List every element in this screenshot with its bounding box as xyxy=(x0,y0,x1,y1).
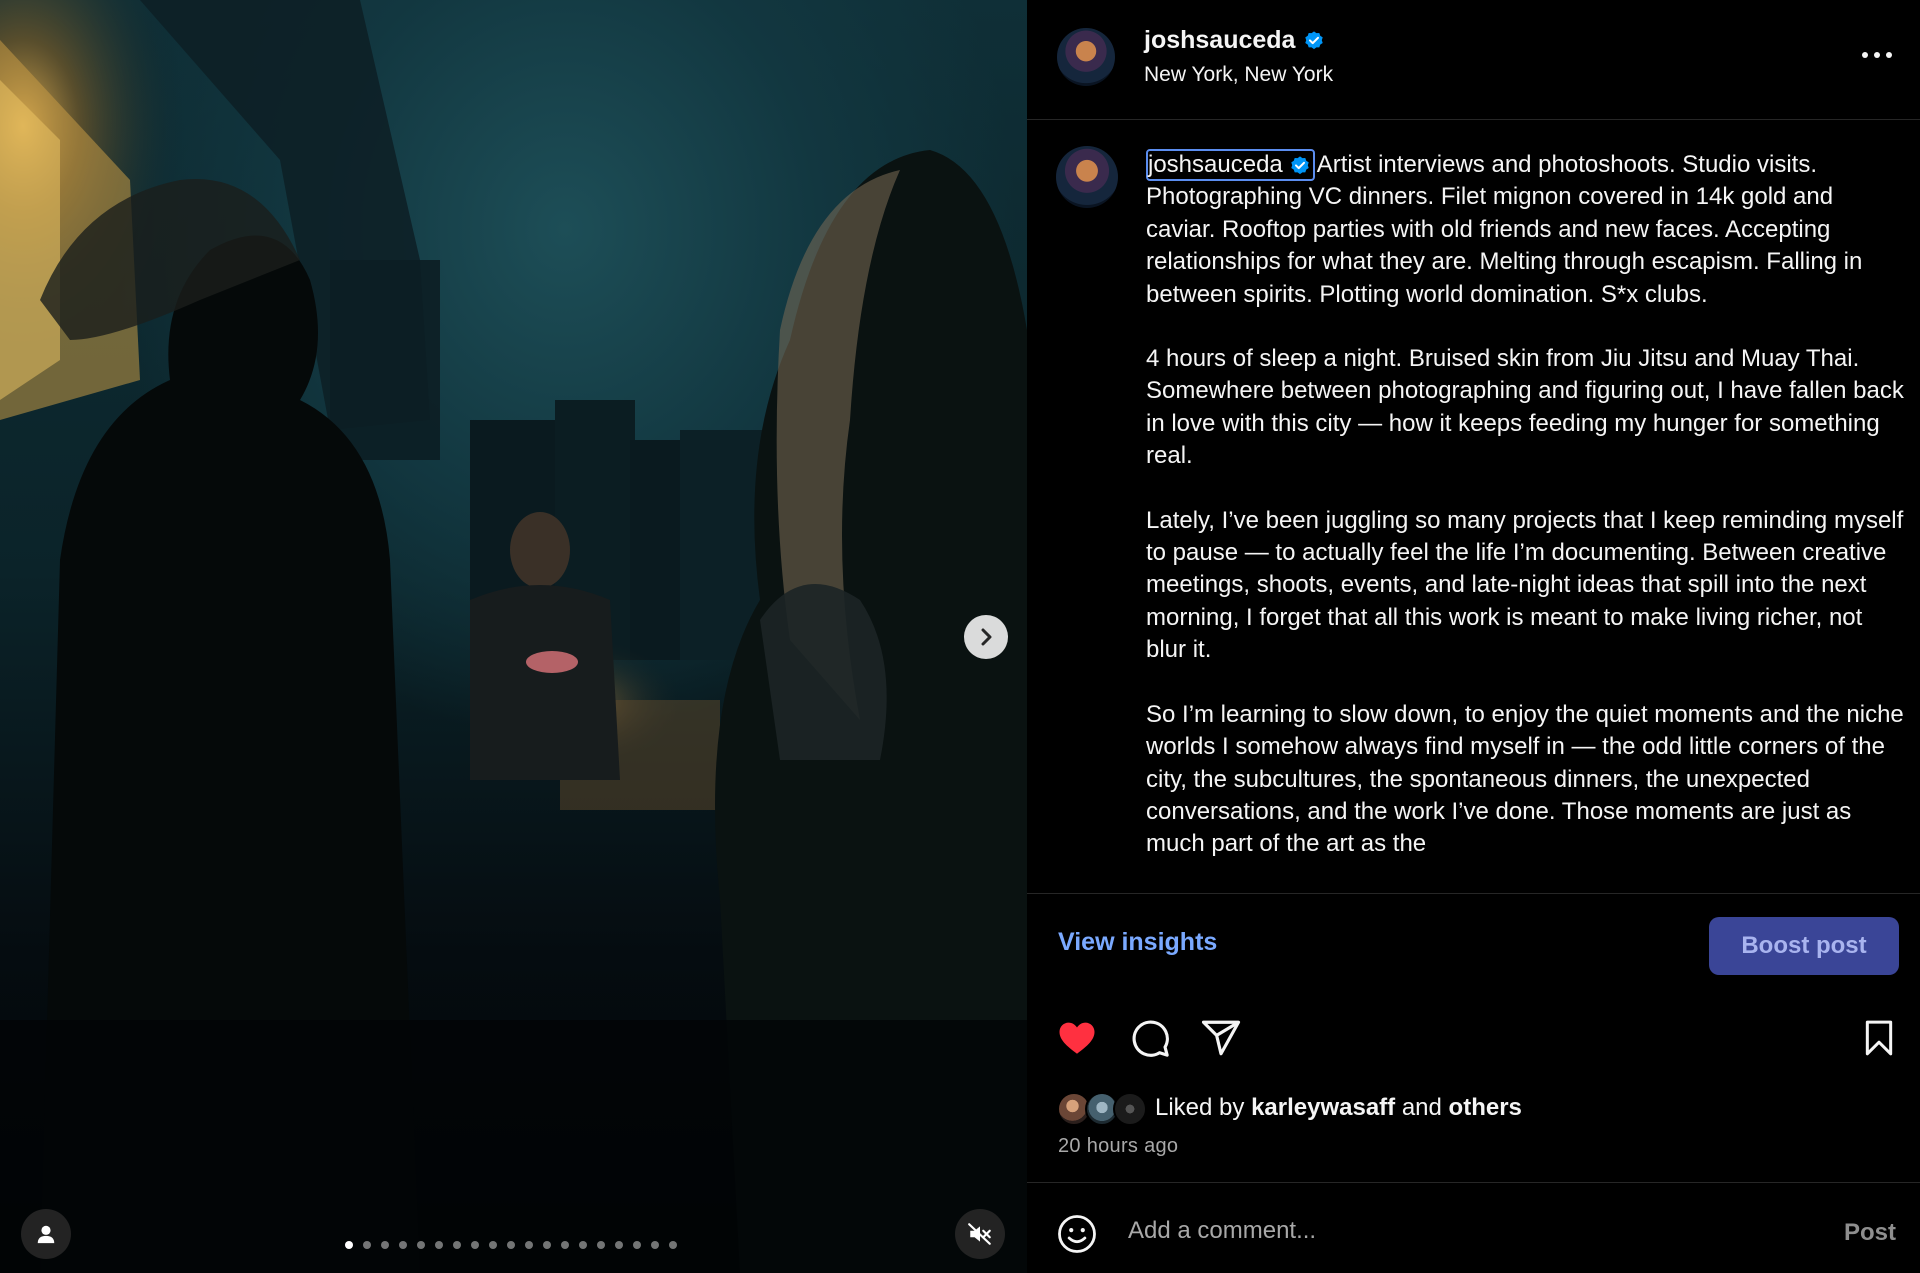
carousel-dot xyxy=(633,1241,641,1249)
author-username-text[interactable]: joshsauceda xyxy=(1144,26,1295,54)
caption-author-avatar[interactable] xyxy=(1056,146,1118,208)
comment-input[interactable] xyxy=(1128,1211,1768,1251)
carousel-dot xyxy=(615,1241,623,1249)
post-comment-button[interactable]: Post xyxy=(1844,1219,1896,1247)
carousel-dot xyxy=(471,1241,479,1249)
post-header: joshsauceda New York, New York xyxy=(1027,0,1920,120)
carousel-dot xyxy=(561,1241,569,1249)
caption-section: joshsauceda Artist interviews and photosh… xyxy=(1027,121,1920,893)
person-icon xyxy=(37,1225,55,1244)
comment-composer: Post xyxy=(1027,1182,1920,1273)
post-location[interactable]: New York, New York xyxy=(1144,63,1333,87)
carousel-dot xyxy=(399,1241,407,1249)
caption-paragraph: So I’m learning to slow down, to enjoy t… xyxy=(1146,700,1904,858)
post-timestamp[interactable]: 20 hours ago xyxy=(1058,1135,1178,1158)
liked-by-user-link[interactable]: karleywasaff xyxy=(1251,1094,1395,1121)
carousel-dot xyxy=(435,1241,443,1249)
carousel-dot xyxy=(525,1241,533,1249)
liked-by-others-link[interactable]: others xyxy=(1449,1094,1522,1121)
carousel-dot xyxy=(507,1241,515,1249)
comment-button[interactable] xyxy=(1129,1017,1171,1064)
caption-paragraph: joshsauceda Artist interviews and photosh… xyxy=(1146,149,1906,311)
caption-paragraph: 4 hours of sleep a night. Bruised skin f… xyxy=(1146,345,1904,470)
post-actions xyxy=(1027,993,1920,1093)
caption-paragraph: Lately, I’ve been juggling so many proje… xyxy=(1146,506,1904,664)
mute-toggle-button[interactable] xyxy=(955,1209,1005,1259)
boost-post-button[interactable]: Boost post xyxy=(1709,917,1899,975)
carousel-dot xyxy=(597,1241,605,1249)
emoji-button[interactable] xyxy=(1056,1213,1098,1260)
carousel-dot xyxy=(489,1241,497,1249)
insights-row: View insights Boost post xyxy=(1027,893,1920,993)
carousel-dot xyxy=(417,1241,425,1249)
carousel-dot xyxy=(543,1241,551,1249)
like-button[interactable] xyxy=(1056,1017,1098,1064)
heart-filled-icon xyxy=(1059,1022,1095,1054)
caption-username-text[interactable]: joshsauceda xyxy=(1148,151,1283,178)
liked-by-prefix: Liked by xyxy=(1155,1094,1245,1121)
liked-by-joiner: and xyxy=(1401,1094,1442,1121)
speaker-muted-icon xyxy=(968,1223,991,1245)
liker-avatar xyxy=(1113,1092,1147,1126)
carousel-dot xyxy=(669,1241,677,1249)
tagged-people-button[interactable] xyxy=(21,1209,71,1259)
author-username[interactable]: joshsauceda xyxy=(1144,26,1325,55)
chevron-right-icon xyxy=(981,628,992,646)
carousel-dot xyxy=(345,1241,353,1249)
save-button[interactable] xyxy=(1859,1017,1899,1064)
liker-avatars[interactable] xyxy=(1057,1092,1147,1126)
more-options-button[interactable] xyxy=(1855,40,1899,70)
share-button[interactable] xyxy=(1200,1017,1242,1064)
comment-icon xyxy=(1132,1020,1169,1057)
smiley-icon xyxy=(1058,1215,1096,1253)
bookmark-icon xyxy=(1865,1020,1893,1056)
carousel-indicator xyxy=(345,1241,677,1249)
rooftop-party-photo xyxy=(0,0,1027,1273)
verified-badge-icon xyxy=(1305,31,1324,50)
verified-badge-icon xyxy=(1291,156,1309,174)
caption-username[interactable]: joshsauceda xyxy=(1146,149,1315,181)
view-insights-link[interactable]: View insights xyxy=(1058,928,1217,957)
carousel-dot xyxy=(453,1241,461,1249)
post-media[interactable] xyxy=(0,0,1027,1273)
send-icon xyxy=(1201,1020,1241,1056)
carousel-dot xyxy=(363,1241,371,1249)
next-media-button[interactable] xyxy=(964,615,1008,659)
post-caption: joshsauceda Artist interviews and photosh… xyxy=(1146,149,1906,893)
author-avatar[interactable] xyxy=(1057,28,1115,86)
carousel-dot xyxy=(579,1241,587,1249)
liked-by-text: Liked by karleywasaff and others xyxy=(1155,1094,1522,1122)
more-horizontal-icon xyxy=(1862,52,1892,58)
likes-summary: Liked by karleywasaff and others xyxy=(1027,1088,1920,1128)
carousel-dot xyxy=(381,1241,389,1249)
post-details-panel: joshsauceda New York, New York joshsauce… xyxy=(1027,0,1920,1273)
carousel-dot xyxy=(651,1241,659,1249)
